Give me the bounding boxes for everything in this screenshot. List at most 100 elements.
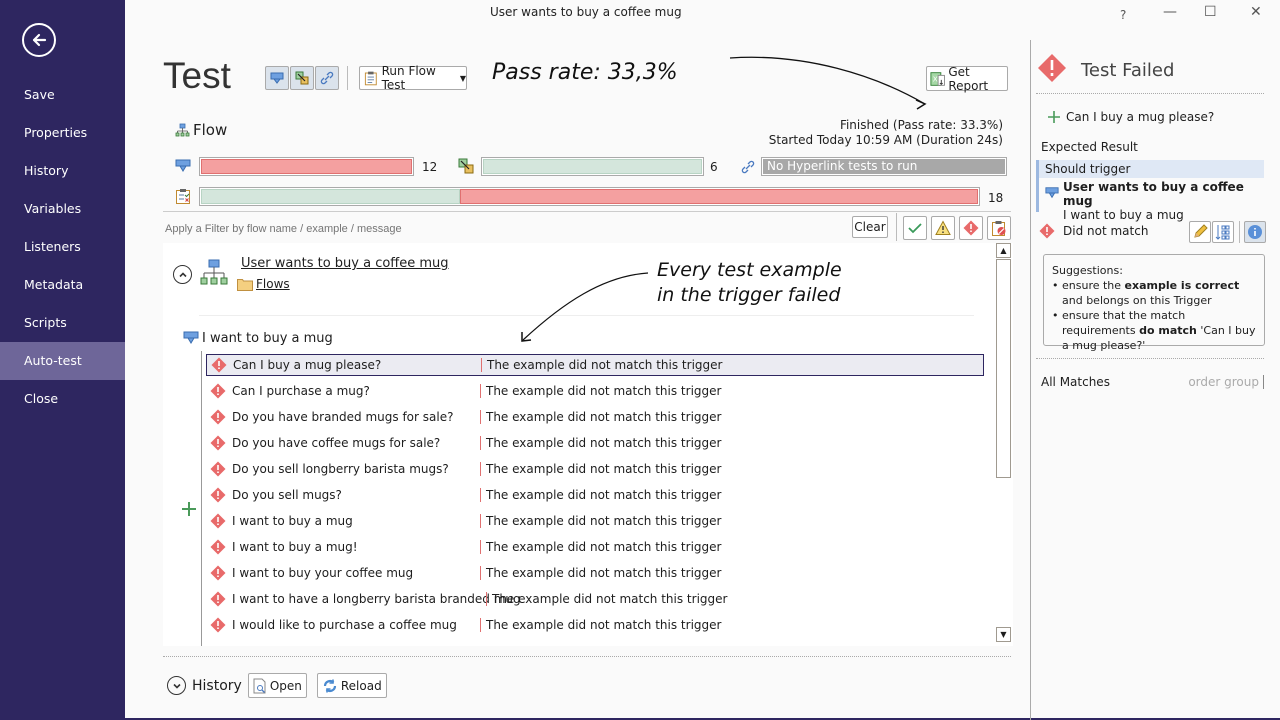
expand-history-button[interactable] [167,676,186,695]
edit-button[interactable] [1189,221,1211,243]
result-row[interactable]: Can I purchase a mug? The example did not… [206,380,984,402]
result-row[interactable]: Do you sell mugs? The example did not mat… [206,484,984,506]
expected-result-label: Expected Result [1041,140,1138,154]
results-scrollbar[interactable]: ▲ ▼ [996,243,1011,646]
match-tree-icon [1215,225,1230,240]
should-trigger-label: Should trigger [1039,160,1264,178]
reload-label: Reload [340,678,382,693]
output-icon [295,71,309,85]
filter-separator [896,213,897,241]
divider [163,656,1011,657]
dropdown-arrow-icon: ▼ [459,73,466,83]
annotation-arrow-list [521,272,649,342]
flow-title-link[interactable]: User wants to buy a coffee mug [241,256,449,271]
scroll-thumb[interactable] [996,259,1011,478]
document-search-icon [253,678,266,693]
total-count: 18 [988,191,1004,205]
result-row[interactable]: Do you have branded mugs for sale? The ex… [206,406,984,428]
link-icon [320,71,334,85]
filter-error-button[interactable] [959,216,983,240]
result-example: Do you have branded mugs for sale? [232,410,454,424]
results-list: User wants to buy a coffee mug Flows Eve… [163,243,1013,646]
output-progress-bar [481,157,704,176]
result-row[interactable]: Can I buy a mug please? The example did n… [206,354,984,376]
result-row[interactable]: I want to buy a mug! The example did not … [206,536,984,558]
divider [163,211,1011,212]
suggestion-emphasis: example is correct [1124,279,1240,292]
result-row[interactable]: Do you have coffee mugs for sale? The exa… [206,432,984,454]
sidebar: Save Properties History Variables Listen… [0,0,125,720]
pass-rate-annotation: Pass rate: 33,3% [492,60,678,85]
divider [1036,93,1264,94]
result-row[interactable]: I want to buy a mug The example did not m… [206,510,984,532]
help-button[interactable]: ? [1120,8,1126,22]
pass-segment [483,159,702,174]
result-message: The example did not match this trigger [480,462,721,476]
expected-flow-name: User wants to buy a coffee mug [1063,180,1244,208]
get-report-button[interactable]: X Get Report [926,65,1008,93]
result-row[interactable]: I want to buy your coffee mug The example… [206,562,984,584]
clipboard-icon [364,71,377,86]
maximize-button[interactable]: ☐ [1204,4,1217,20]
close-button[interactable]: ✕ [1250,4,1262,20]
trigger-count: 12 [422,160,438,174]
filter-passed-button[interactable] [903,216,927,240]
expected-flow: User wants to buy a coffee mug I want to… [1039,180,1264,222]
back-button[interactable] [22,23,56,57]
sidebar-item-variables[interactable]: Variables [0,190,125,228]
trigger-test-toggle[interactable] [265,66,289,90]
run-flow-test-label: Run Flow Test [381,64,436,92]
clear-filter-button[interactable]: Clear [852,216,888,238]
link-icon [741,160,755,174]
trigger-icon [1045,187,1059,199]
suggestion-item: ensure the example is correct and belong… [1052,278,1256,308]
hyperlink-bar-text: No Hyperlink tests to run [763,159,1005,174]
scroll-up-button[interactable]: ▲ [996,243,1011,258]
output-test-toggle[interactable] [290,66,314,90]
result-row[interactable]: Do you sell longberry barista mugs? The e… [206,458,984,480]
sidebar-item-metadata[interactable]: Metadata [0,266,125,304]
sidebar-item-auto-test[interactable]: Auto-test [0,342,125,380]
trigger-heading: I want to buy a mug [183,330,333,346]
checkmark-icon [908,223,922,234]
sidebar-item-scripts[interactable]: Scripts [0,304,125,342]
match-result-text: Did not match [1063,224,1149,238]
hyperlink-test-toggle[interactable] [315,66,339,90]
collapse-flow-button[interactable] [173,265,192,284]
sidebar-item-listeners[interactable]: Listeners [0,228,125,266]
chevron-down-icon [172,683,181,689]
order-group-toggle[interactable]: order group [1188,375,1264,389]
result-example: I want to have a longberry barista brand… [232,592,521,606]
started-text: Started Today 10:59 AM (Duration 24s) [768,133,1003,147]
result-message: The example did not match this trigger [480,436,721,450]
trigger-icon [270,72,284,84]
main-window: User wants to buy a coffee mug ? — ☐ ✕ T… [125,0,1280,720]
sidebar-item-history[interactable]: History [0,152,125,190]
result-row[interactable]: I would like to purchase a coffee mug The… [206,614,984,636]
result-message: The example did not match this trigger [480,488,721,502]
minimize-button[interactable]: — [1163,4,1177,20]
match-details-button[interactable] [1212,221,1234,243]
flow-hierarchy-icon [200,259,228,285]
sidebar-item-properties[interactable]: Properties [0,114,125,152]
svg-text:X: X [933,74,938,83]
scroll-down-button[interactable]: ▼ [996,627,1011,642]
result-example: Do you sell mugs? [232,488,342,502]
reload-button[interactable]: Reload [316,673,387,698]
info-button[interactable] [1244,221,1266,243]
filter-not-run-button[interactable] [987,216,1011,240]
sidebar-item-save[interactable]: Save [0,76,125,114]
folder-icon [237,278,253,291]
run-flow-test-button[interactable]: Run Flow Test ▼ [359,64,467,92]
open-button[interactable]: Open [247,673,307,698]
sidebar-item-close[interactable]: Close [0,380,125,418]
error-diamond-icon [210,617,226,633]
folder-link[interactable]: Flows [237,277,290,291]
error-diamond-icon [211,357,227,373]
filter-input[interactable] [165,219,765,239]
error-diamond-icon [210,565,226,581]
filter-warning-button[interactable] [931,216,955,240]
result-row[interactable]: I want to have a longberry barista brand… [206,588,984,610]
add-example-icon[interactable] [181,501,197,517]
detail-title: Test Failed [1081,60,1175,81]
